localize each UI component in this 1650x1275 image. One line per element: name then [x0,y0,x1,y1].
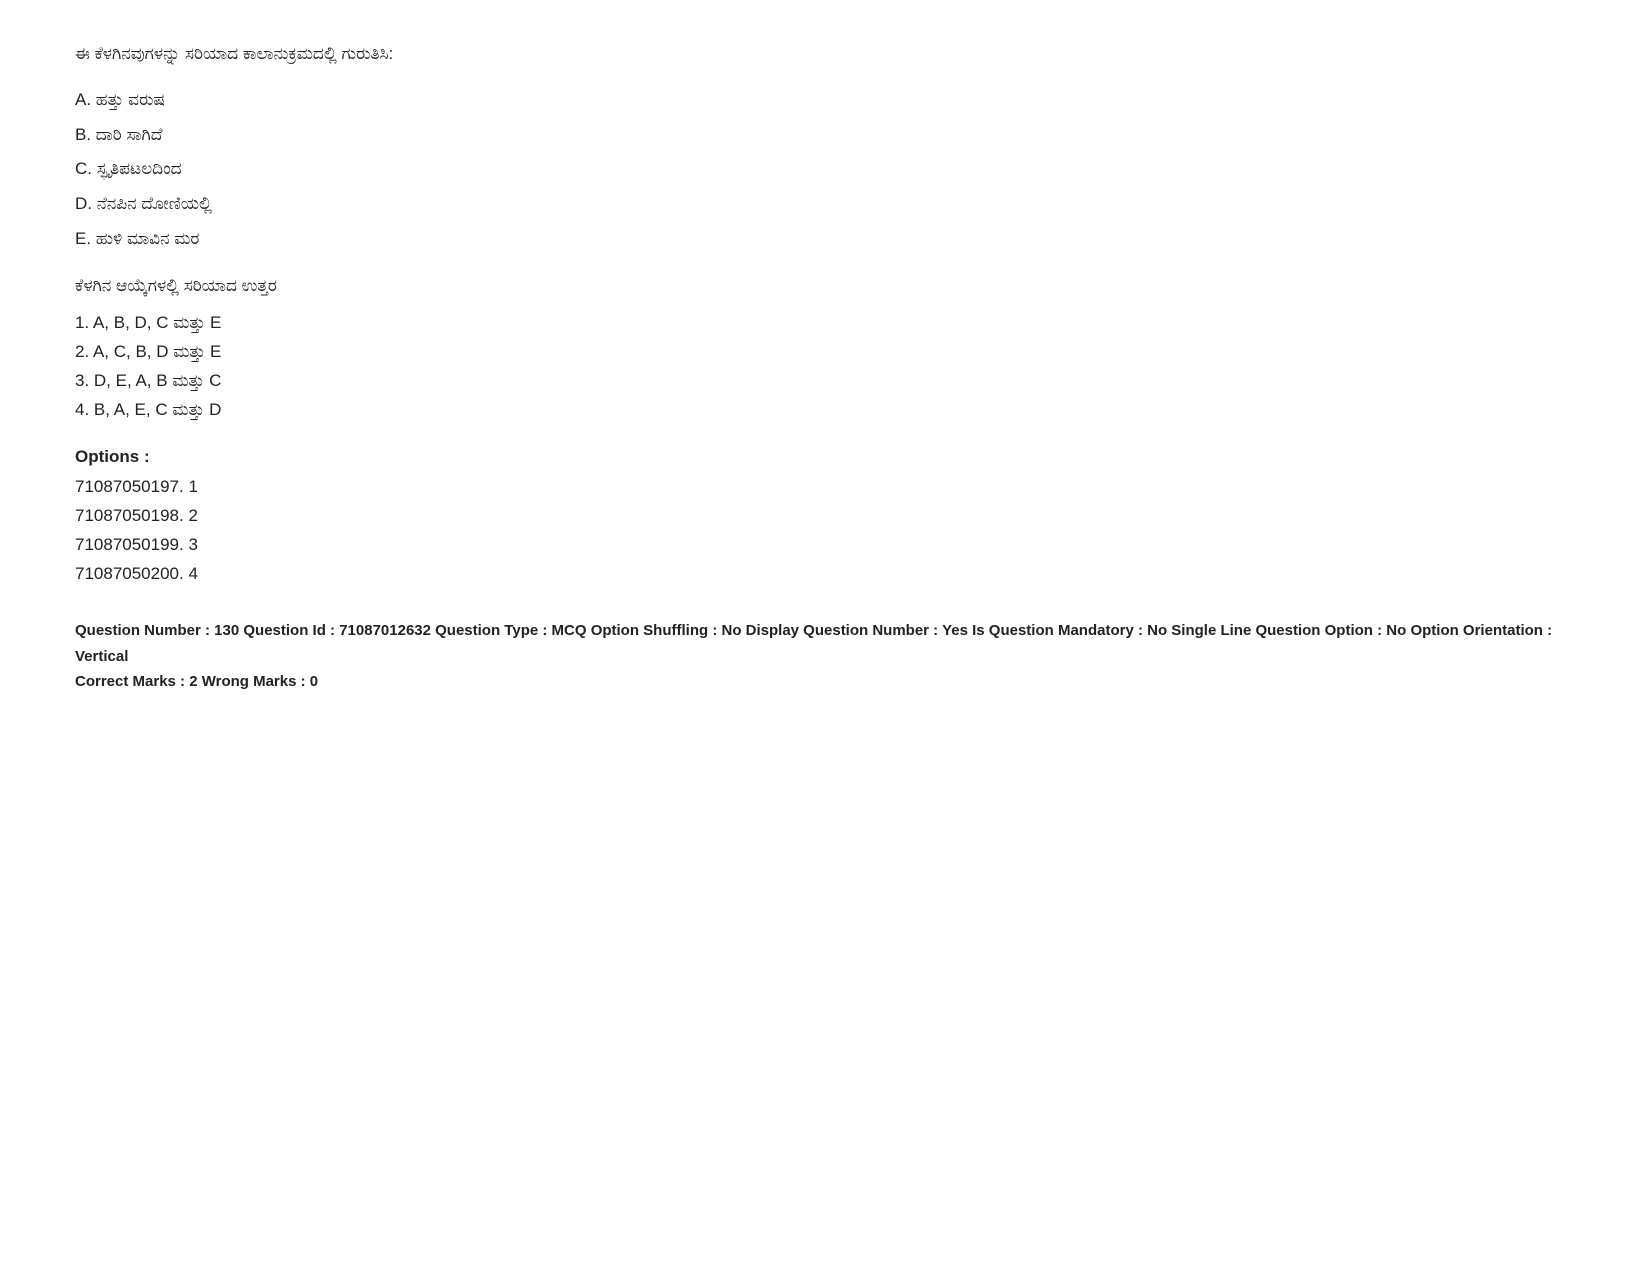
answer-label: ಕೆಳಗಿನ ಆಯ್ಕೆಗಳಲ್ಲಿ ಸರಿಯಾದ ಉತ್ತರ [75,272,1575,299]
option-code-1: 71087050197. 1 [75,473,1575,502]
option-codes-list: 71087050197. 1 71087050198. 2 7108705019… [75,473,1575,589]
answer-1: 1. A, B, D, C ಮತ್ತು E [75,309,1575,338]
question-container: ಈ ಕೆಳಗಿನವುಗಳನ್ನು ಸರಿಯಾದ ಕಾಲಾನುಕ್ರಮದಲ್ಲಿ … [75,40,1575,695]
option-code-3: 71087050199. 3 [75,531,1575,560]
answer-4: 4. B, A, E, C ಮತ್ತು D [75,396,1575,425]
question-meta-block: Question Number : 130 Question Id : 7108… [75,618,1575,695]
option-b: B. ದಾರಿ ಸಾಗಿದೆ [75,120,1575,151]
question-meta-text: Question Number : 130 Question Id : 7108… [75,618,1575,669]
options-heading: Options : [75,447,1575,467]
option-e: E. ಹುಳಿ ಮಾವಿನ ಮರ [75,224,1575,255]
question-marks: Correct Marks : 2 Wrong Marks : 0 [75,669,1575,695]
question-instruction: ಈ ಕೆಳಗಿನವುಗಳನ್ನು ಸರಿಯಾದ ಕಾಲಾನುಕ್ರಮದಲ್ಲಿ … [75,40,1575,67]
answer-2: 2. A, C, B, D ಮತ್ತು E [75,338,1575,367]
option-d: D. ನೆನಪಿನ ದೋಣಿಯಲ್ಲಿ [75,189,1575,220]
option-code-4: 71087050200. 4 [75,560,1575,589]
option-code-2: 71087050198. 2 [75,502,1575,531]
answer-3: 3. D, E, A, B ಮತ್ತು C [75,367,1575,396]
answers-list: 1. A, B, D, C ಮತ್ತು E 2. A, C, B, D ಮತ್ತ… [75,309,1575,425]
option-c: C. ಸ್ಫೃತಿಪಟಲದಿಂದ [75,154,1575,185]
option-a: A. ಹತ್ತು ವರುಷ [75,85,1575,116]
